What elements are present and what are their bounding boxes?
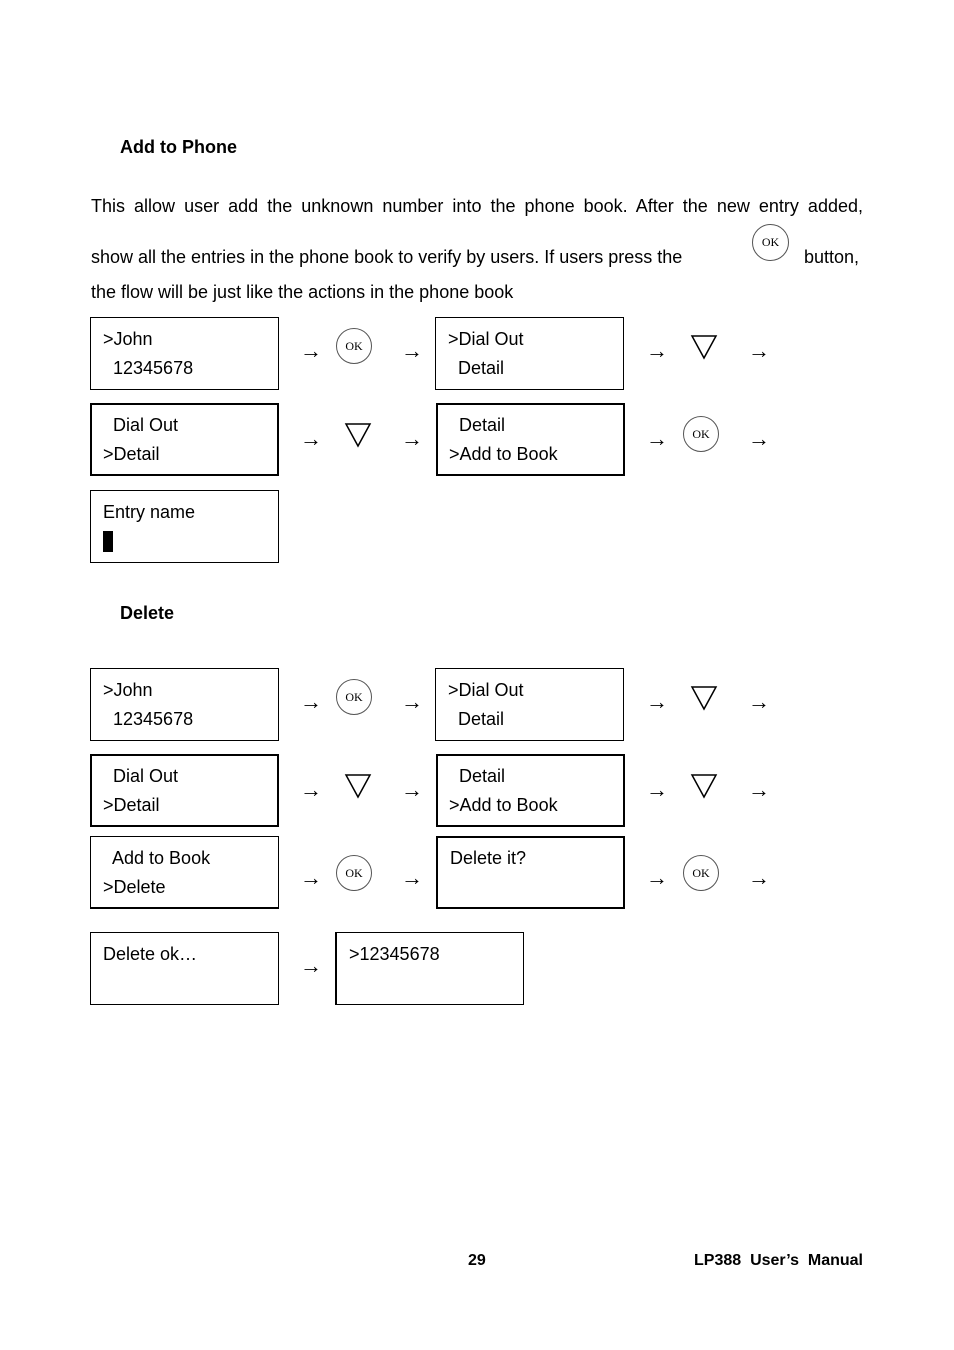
arrow-icon: → [646,338,668,363]
arrow-icon: → [300,338,322,363]
screen-line-2: >Detail [103,795,160,815]
screen-line-1: Entry name [103,502,196,522]
lcd-screen-delete-ok: Delete ok… [90,932,279,1005]
screen-line-1: >Dial Out [448,329,524,349]
screen-line-1: >Dial Out [448,680,524,700]
arrow-icon: → [748,426,770,451]
arrow-icon: → [401,689,423,714]
arrow-icon: → [646,777,668,802]
screen-line-1: >John [103,329,153,349]
screen-line-1: Delete it? [450,848,527,868]
screen-line-1: Dial Out [103,415,179,435]
arrow-icon: → [401,426,423,451]
arrow-icon: → [401,865,423,890]
screen-line-1: >12345678 [349,944,440,964]
screen-line-2: 12345678 [103,709,194,729]
arrow-icon: → [300,865,322,890]
down-triangle-icon [344,423,372,448]
paragraph-line-2: show all the entries in the phone book t… [91,247,683,267]
down-triangle-icon [690,686,718,711]
section-title-add-to-phone: Add to Phone [120,137,237,157]
lcd-screen-john: >John 12345678 [90,668,279,741]
ok-label: OK [345,689,363,704]
section-title-delete: Delete [120,603,175,623]
arrow-icon: → [646,865,668,890]
ok-label: OK [345,338,363,353]
ok-label: OK [692,865,710,880]
page-number: 29 [468,1252,486,1269]
lcd-screen-john: >John 12345678 [90,317,279,390]
ok-button-icon: OK [683,416,719,452]
lcd-screen-entry-name: Entry name [90,490,279,563]
ok-button-icon: OK [336,328,372,364]
lcd-screen-dial-out: >Dial Out Detail [435,317,624,390]
down-triangle-icon [690,335,718,360]
text-cursor [103,531,113,552]
arrow-icon: → [748,338,770,363]
arrow-icon: → [300,689,322,714]
arrow-icon: → [401,338,423,363]
ok-label: OK [692,426,710,441]
arrow-icon: → [646,689,668,714]
ok-button-icon: OK [752,224,789,261]
screen-line-2: 12345678 [103,358,194,378]
lcd-screen-delete-confirm: Delete it? [436,836,625,909]
screen-line-2: >Delete [103,877,166,897]
ok-button-icon: OK [336,679,372,715]
screen-line-1: >John [103,680,153,700]
screen-line-2: Detail [448,709,505,729]
arrow-icon: → [300,777,322,802]
ok-label: OK [761,235,780,249]
screen-line-1: Dial Out [103,766,179,786]
screen-line-1: Detail [449,415,506,435]
down-triangle-icon [690,774,718,799]
lcd-screen-delete-selected: Add to Book >Delete [90,836,279,909]
lcd-screen-number-list: >12345678 [335,932,524,1005]
screen-line-2: >Add to Book [449,444,558,464]
paragraph-line-1: This allow user add the unknown number i… [91,196,863,216]
ok-button-icon: OK [336,855,372,891]
arrow-icon: → [748,865,770,890]
arrow-icon: → [300,953,322,978]
ok-button-icon: OK [683,855,719,891]
lcd-screen-add-to-book-selected: Detail >Add to Book [436,403,625,476]
lcd-screen-detail-selected: Dial Out >Detail [90,754,279,827]
screen-line-1: Add to Book [103,848,211,868]
lcd-screen-add-to-book-selected: Detail >Add to Book [436,754,625,827]
screen-line-1: Delete ok… [103,944,198,964]
screen-line-1: Detail [449,766,506,786]
arrow-icon: → [748,777,770,802]
paragraph-line-3: the flow will be just like the actions i… [91,282,514,302]
arrow-icon: → [748,689,770,714]
lcd-screen-dial-out: >Dial Out Detail [435,668,624,741]
down-triangle-icon [344,774,372,799]
manual-title: LP388 User’s Manual [694,1252,863,1269]
screen-line-2: >Detail [103,444,160,464]
ok-label: OK [345,865,363,880]
arrow-icon: → [401,777,423,802]
screen-line-2: >Add to Book [449,795,558,815]
lcd-screen-detail-selected: Dial Out >Detail [90,403,279,476]
arrow-icon: → [300,426,322,451]
paragraph-line-2-end: button, [804,247,860,267]
arrow-icon: → [646,426,668,451]
screen-line-2: Detail [448,358,505,378]
